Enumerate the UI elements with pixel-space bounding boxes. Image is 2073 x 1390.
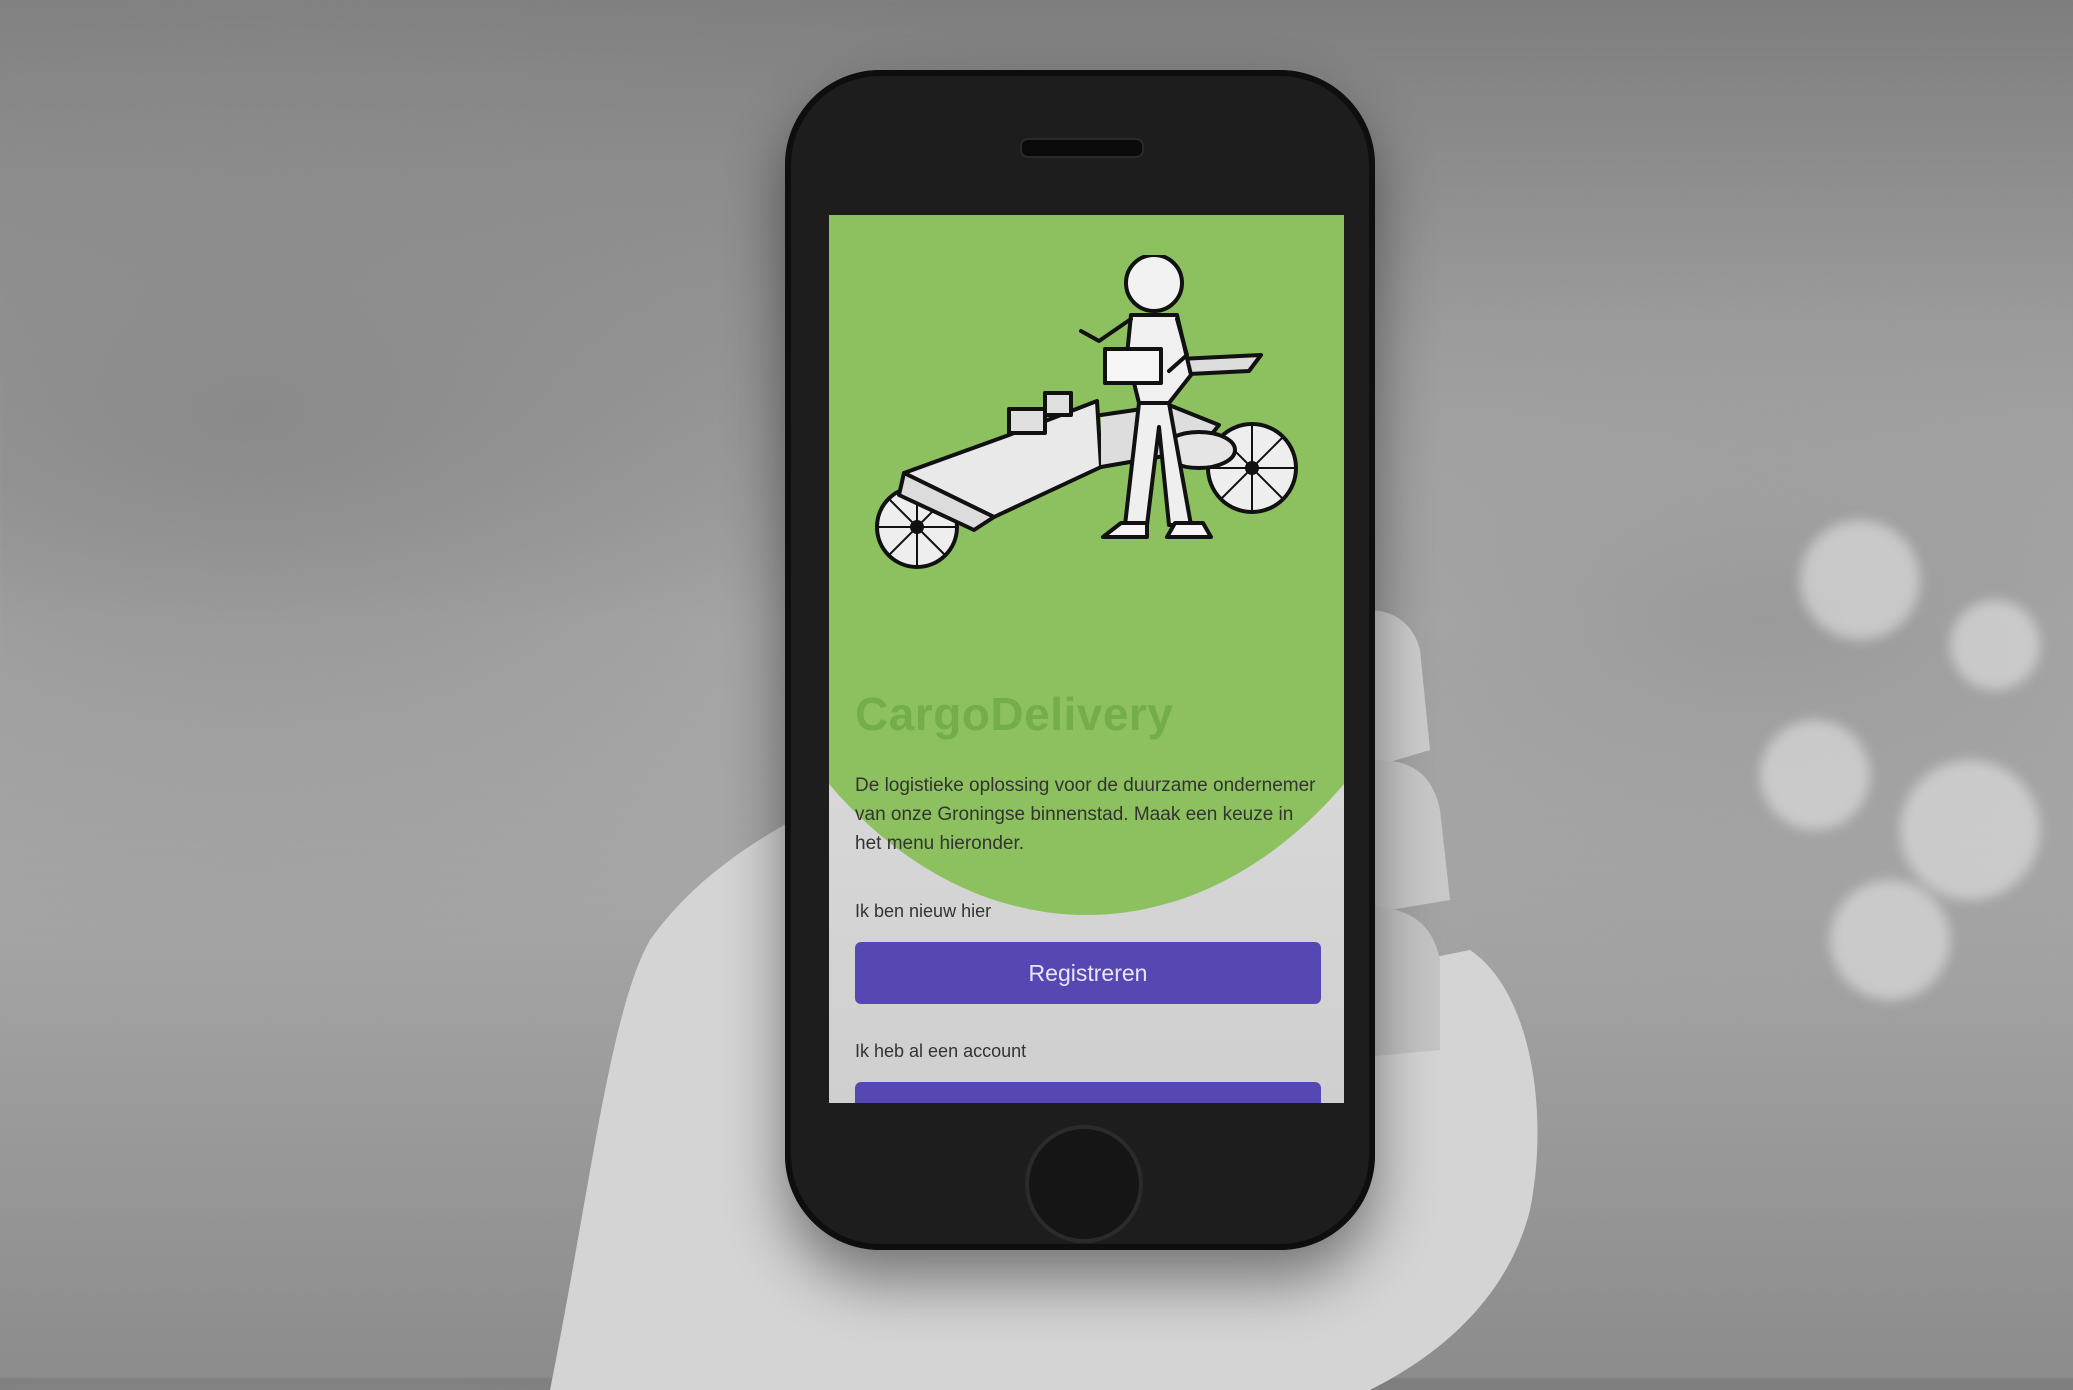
background-bokeh [1900,760,2040,900]
background-bokeh [1830,880,1950,1000]
home-button[interactable] [1025,1125,1143,1243]
cargo-bike-courier-icon [875,255,1298,569]
register-button[interactable]: Registreren [855,942,1321,1004]
app-screen: CargoDelivery De logistieke oplossing vo… [829,215,1344,1103]
new-user-label: Ik ben nieuw hier [855,901,992,921]
background-bokeh [1950,600,2040,690]
existing-account-label: Ik heb al een account [855,1041,1027,1061]
login-button[interactable]: Inloggen [855,1082,1321,1103]
app-description: De logistieke oplossing voor de duurzame… [855,775,1316,854]
phone-speaker [1020,138,1144,158]
background-bokeh [1760,720,1870,830]
app-title: CargoDelivery [855,688,1174,740]
background-bokeh [1800,520,1920,640]
